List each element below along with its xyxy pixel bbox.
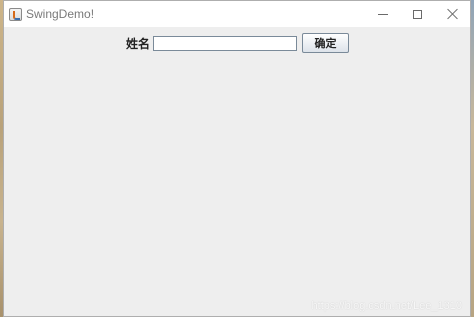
- close-button[interactable]: [435, 1, 470, 27]
- close-icon: [447, 8, 459, 20]
- minimize-icon: [377, 13, 388, 15]
- maximize-button[interactable]: [400, 1, 435, 27]
- name-input[interactable]: [153, 35, 298, 51]
- confirm-button[interactable]: 确定: [302, 33, 350, 53]
- name-form-row: 姓名 确定: [126, 33, 350, 53]
- window-title: SwingDemo!: [26, 7, 95, 21]
- maximize-icon: [413, 9, 422, 19]
- watermark: https://blog.csdn.net/Lee_1310: [311, 300, 462, 312]
- minimize-button[interactable]: [365, 1, 400, 27]
- caption-buttons: [365, 1, 470, 27]
- name-label: 姓名: [126, 36, 151, 51]
- java-app-icon[interactable]: [9, 7, 22, 21]
- content-pane: 姓名 确定 https://blog.csdn.net/Lee_1310: [4, 27, 470, 316]
- title-bar[interactable]: SwingDemo!: [4, 1, 470, 27]
- app-window: SwingDemo! 姓名 确定 https://blog.csdn.net/L…: [3, 0, 471, 317]
